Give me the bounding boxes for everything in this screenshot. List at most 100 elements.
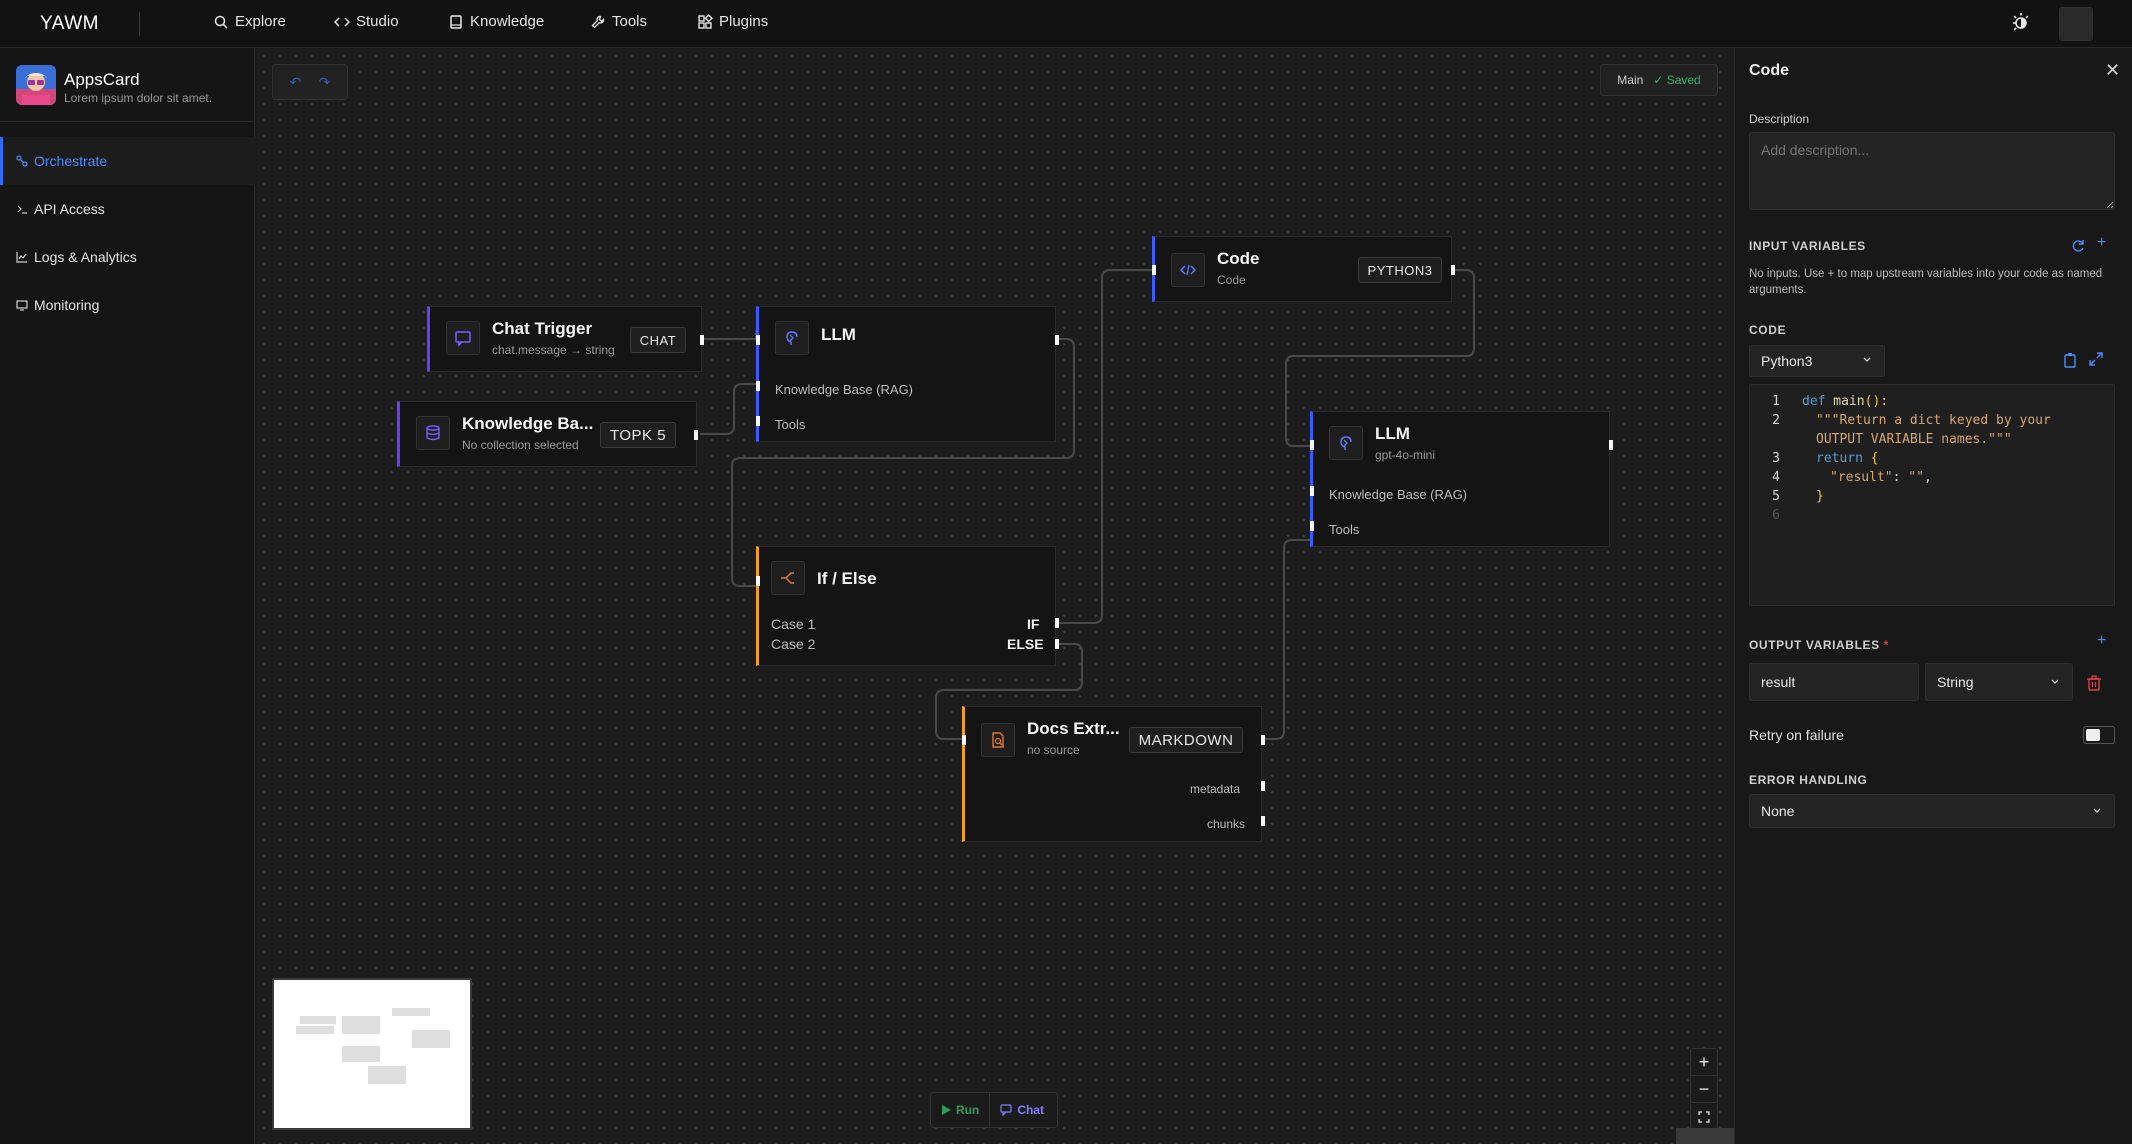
node-llm-2[interactable]: LLM gpt-4o-mini Knowledge Base (RAG) Too… bbox=[1310, 411, 1613, 547]
output-name-input[interactable]: result bbox=[1749, 663, 1919, 701]
chunks-output-label: chunks bbox=[1207, 817, 1246, 831]
node-title: Docs Extr... bbox=[1027, 719, 1120, 738]
output-port[interactable] bbox=[1055, 335, 1059, 345]
error-handling-select[interactable]: None bbox=[1749, 794, 2115, 828]
output-port[interactable] bbox=[1451, 265, 1455, 275]
language-value: Python3 bbox=[1761, 353, 1813, 369]
app-avatar bbox=[16, 65, 56, 105]
retry-toggle[interactable] bbox=[2083, 726, 2115, 744]
expand-icon[interactable] bbox=[2089, 352, 2103, 366]
node-code[interactable]: Code Code PYTHON3 bbox=[1152, 236, 1455, 302]
output-port[interactable] bbox=[700, 335, 704, 345]
code-editor[interactable]: 1 2 3 4 5 6 def main(): """Return a dict… bbox=[1749, 384, 2115, 606]
case-2-label: Case 2 bbox=[771, 636, 816, 652]
input-port[interactable] bbox=[756, 576, 760, 586]
minimap[interactable] bbox=[272, 978, 472, 1130]
node-badge: TOPK 5 bbox=[600, 422, 676, 448]
brand-logo[interactable]: YAWM bbox=[40, 13, 99, 35]
input-port-knowledge[interactable] bbox=[1310, 486, 1314, 496]
delete-icon[interactable] bbox=[2086, 675, 2102, 691]
input-variables-label: INPUT VARIABLES bbox=[1749, 239, 1866, 253]
wire-if-code bbox=[1056, 269, 1152, 624]
close-icon[interactable]: ✕ bbox=[2105, 60, 2120, 81]
output-port[interactable] bbox=[694, 430, 698, 440]
if-output-port[interactable] bbox=[1055, 618, 1059, 628]
add-input-icon[interactable]: + bbox=[2097, 234, 2106, 252]
zoom-out-icon[interactable]: − bbox=[1691, 1076, 1717, 1103]
sidebar-item-label: Orchestrate bbox=[34, 153, 108, 169]
zoom-controls: + − bbox=[1690, 1048, 1718, 1130]
run-button[interactable]: Run bbox=[931, 1092, 991, 1128]
theme-toggle-icon[interactable] bbox=[2010, 12, 2032, 34]
input-variables-hint: No inputs. Use + to map upstream variabl… bbox=[1749, 268, 2103, 296]
nav-knowledge[interactable]: Knowledge bbox=[448, 13, 544, 30]
output-port[interactable] bbox=[1609, 440, 1613, 450]
chunks-output-port[interactable] bbox=[1261, 816, 1265, 826]
copy-icon[interactable] bbox=[2063, 352, 2077, 368]
input-port-knowledge[interactable] bbox=[756, 381, 760, 391]
else-output-port[interactable] bbox=[1055, 639, 1059, 649]
wire-trigger-llm bbox=[704, 330, 758, 340]
description-input[interactable] bbox=[1749, 132, 2115, 210]
minimap-node bbox=[296, 1026, 334, 1034]
sidebar-item-logs[interactable]: Logs & Analytics bbox=[0, 233, 255, 281]
input-port-tools[interactable] bbox=[756, 416, 760, 426]
input-port[interactable] bbox=[756, 335, 760, 345]
zoom-in-icon[interactable]: + bbox=[1691, 1049, 1717, 1076]
input-port[interactable] bbox=[1152, 265, 1156, 275]
fit-view-icon[interactable] bbox=[1691, 1103, 1717, 1130]
case-1-label: Case 1 bbox=[771, 616, 816, 632]
code-section-label: CODE bbox=[1749, 323, 1787, 337]
plugin-icon bbox=[698, 13, 713, 29]
wire-docs-llm2 bbox=[1262, 539, 1310, 740]
code-icon bbox=[334, 16, 350, 27]
node-llm[interactable]: LLM Knowledge Base (RAG) Tools bbox=[756, 306, 1059, 442]
app-card[interactable]: AppsCard Lorem ipsum dolor sit amet. bbox=[0, 48, 255, 122]
nav-studio[interactable]: Studio bbox=[334, 13, 399, 30]
node-row-knowledge: Knowledge Base (RAG) bbox=[775, 382, 914, 397]
chart-icon bbox=[16, 252, 27, 263]
database-icon bbox=[416, 416, 450, 450]
user-avatar[interactable] bbox=[2059, 7, 2093, 41]
metadata-output-port[interactable] bbox=[1261, 781, 1265, 791]
language-select[interactable]: Python3 bbox=[1749, 345, 1885, 377]
input-port-tools[interactable] bbox=[1310, 521, 1314, 531]
sidebar-item-monitoring[interactable]: Monitoring bbox=[0, 281, 255, 329]
node-subtitle: no source bbox=[1027, 743, 1080, 757]
node-chat-trigger[interactable]: Chat Trigger chat.message → string CHAT bbox=[427, 306, 704, 372]
monitor-icon bbox=[16, 300, 28, 311]
sidebar-item-orchestrate[interactable]: Orchestrate bbox=[0, 137, 255, 185]
output-variables-label: OUTPUT VARIABLES * bbox=[1749, 638, 1889, 652]
chevron-down-icon bbox=[2051, 679, 2059, 684]
app-name: AppsCard bbox=[64, 70, 140, 89]
orchestrate-icon bbox=[16, 155, 28, 167]
input-port[interactable] bbox=[962, 735, 966, 745]
input-port[interactable] bbox=[1310, 440, 1314, 450]
node-badge: MARKDOWN bbox=[1129, 727, 1243, 753]
retry-label: Retry on failure bbox=[1749, 727, 1844, 743]
node-title: LLM bbox=[821, 325, 856, 344]
node-if-else[interactable]: If / Else Case 1 Case 2 IF ELSE bbox=[756, 546, 1059, 666]
nav-explore[interactable]: Explore bbox=[213, 13, 286, 30]
chevron-down-icon bbox=[2093, 808, 2101, 813]
nav-tools[interactable]: Tools bbox=[590, 13, 647, 30]
node-knowledge-base[interactable]: Knowledge Ba... No collection selected T… bbox=[397, 401, 698, 467]
output-port[interactable] bbox=[1261, 735, 1265, 745]
output-type-select[interactable]: String bbox=[1925, 663, 2073, 701]
sidebar-item-label: Monitoring bbox=[34, 297, 100, 313]
node-badge: PYTHON3 bbox=[1358, 257, 1442, 283]
minimap-node bbox=[392, 1008, 430, 1016]
description-label: Description bbox=[1749, 112, 1810, 126]
nav-plugins[interactable]: Plugins bbox=[697, 13, 768, 30]
node-docs-extractor[interactable]: Docs Extr... no source MARKDOWN metadata… bbox=[962, 706, 1265, 842]
sidebar: AppsCard Lorem ipsum dolor sit amet. Orc… bbox=[0, 48, 255, 1144]
sidebar-item-api-access[interactable]: API Access bbox=[0, 185, 255, 233]
nav-tools-label: Tools bbox=[612, 13, 648, 30]
app-description: Lorem ipsum dolor sit amet. bbox=[64, 91, 213, 105]
refresh-icon[interactable] bbox=[2071, 239, 2085, 253]
output-name-value: result bbox=[1761, 674, 1796, 690]
add-output-icon[interactable]: + bbox=[2097, 632, 2106, 650]
node-title: Knowledge Ba... bbox=[462, 414, 594, 433]
chat-button[interactable]: Chat bbox=[990, 1092, 1054, 1128]
workflow-canvas[interactable]: ↶ ↷ Main ✓ Saved Chat Trigger chat.messa… bbox=[256, 48, 1734, 1144]
